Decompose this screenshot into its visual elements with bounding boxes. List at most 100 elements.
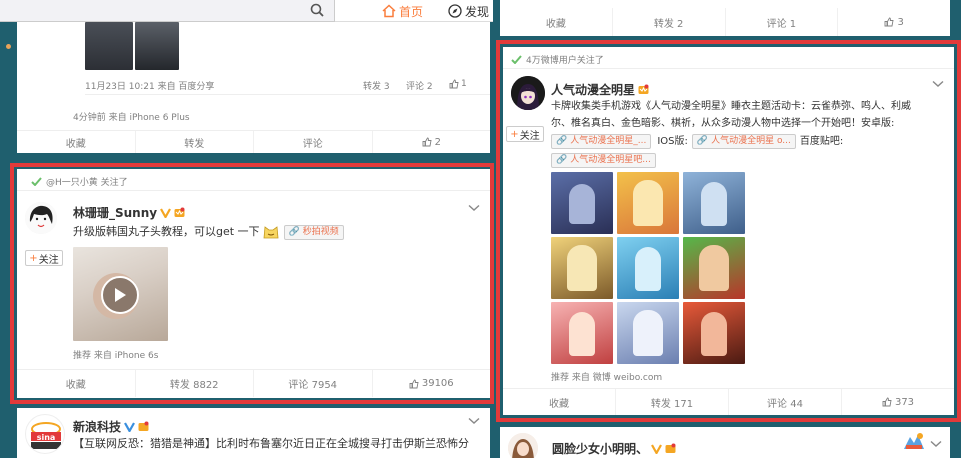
ios-link-label: 人气动漫全明星 o... [711, 136, 791, 146]
repost-button[interactable]: 转发 8822 [134, 370, 254, 397]
repost-button[interactable]: 转发 171 [615, 389, 728, 415]
android-link-chip[interactable]: 🔗 人气动漫全明星_... [551, 134, 652, 149]
repost-label: 转发 2 [653, 18, 684, 30]
repost-label: 转发 171 [650, 398, 694, 410]
post-text-line-1: 卡牌收集类手机游戏《人气动漫全明星》睡衣主题活动卡：云雀恭弥、鸣人、利威 [551, 101, 911, 112]
emoji-icon [263, 226, 279, 239]
like-button[interactable]: 3 [837, 8, 950, 36]
grid-image[interactable] [617, 172, 679, 234]
follow-label: 关注 [38, 254, 59, 266]
like-label: 39106 [421, 378, 454, 389]
avatar[interactable] [511, 76, 545, 110]
video-thumbnail[interactable] [73, 247, 168, 341]
username-text: 圆脸少女小明明、 [552, 442, 649, 456]
like-button[interactable]: 2 [371, 131, 491, 153]
post-links-row: 🔗 人气动漫全明星_... IOS版: 🔗 人气动漫全明星 o... 百度贴吧: [551, 133, 949, 150]
post-links-row-2: 🔗 人气动漫全明星吧... [551, 152, 949, 169]
grid-image[interactable] [551, 302, 613, 364]
favorite-button[interactable]: 收藏 [503, 389, 615, 415]
grid-image[interactable] [617, 237, 679, 299]
grid-image[interactable] [683, 172, 745, 234]
video-link-label: 秒拍视频 [302, 227, 339, 237]
comment-button[interactable]: 评论 1 [724, 8, 838, 36]
nav-home-link[interactable]: 首页 [382, 2, 423, 20]
attention-text: 4万微博用户关注了 [526, 56, 604, 66]
favorite-button[interactable]: 收藏 [17, 131, 135, 153]
like-label: 3 [897, 16, 904, 28]
repost-button[interactable]: 转发 [134, 131, 254, 153]
grid-image[interactable] [683, 302, 745, 364]
favorite-button[interactable]: 收藏 [17, 370, 135, 397]
post-image[interactable] [85, 22, 133, 70]
avatar[interactable]: sina [25, 414, 65, 454]
post-text-block: 卡牌收集类手机游戏《人气动漫全明星》睡衣主题活动卡：云雀恭弥、鸣人、利威 尔、椎… [551, 98, 949, 169]
follow-button[interactable]: + 关注 [25, 250, 63, 266]
grid-image[interactable] [617, 302, 679, 364]
attention-text: @H一只小黄 关注了 [46, 178, 128, 188]
repost-count[interactable]: 转发 3 [363, 79, 390, 92]
chevron-down-icon[interactable] [468, 414, 480, 424]
home-icon [382, 4, 396, 18]
username[interactable]: 人气动漫全明星 [551, 81, 649, 98]
member-crown-icon [638, 84, 649, 94]
member-crown-icon [138, 421, 149, 431]
comment-count[interactable]: 评论 2 [406, 79, 433, 92]
username[interactable]: 新浪科技 [73, 418, 149, 435]
comment-button[interactable]: 评论 44 [728, 389, 841, 415]
post-text: 【互联网反恐：猎猎是神通】比利时布鲁塞尔近日正在全城搜寻打击伊斯兰恐怖分 [73, 437, 469, 450]
attention-line: @H一只小黄 关注了 [31, 175, 128, 188]
avatar[interactable] [25, 202, 57, 234]
comment-button[interactable]: 评论 7954 [253, 370, 372, 397]
feed-card-left-2: @H一只小黄 关注了 + 关注 林珊珊_Sunny 升级版韩国丸子头教程，可以ge… [17, 169, 490, 398]
repost-button[interactable]: 转发 2 [611, 8, 725, 36]
ios-link-chip[interactable]: 🔗 人气动漫全明星 o... [691, 134, 796, 149]
chevron-down-icon[interactable] [932, 77, 944, 87]
grid-image[interactable] [551, 237, 613, 299]
tieba-link-label: 人气动漫全明星吧... [570, 154, 651, 165]
favorite-label: 收藏 [549, 398, 569, 410]
post-text-line: 升级版韩国丸子头教程，可以get 一下 🔗 秒拍视频 [73, 224, 344, 240]
link-icon: 🔗 [288, 227, 300, 237]
search-icon[interactable] [309, 2, 325, 18]
chevron-down-icon[interactable] [468, 201, 480, 211]
follow-button[interactable]: + 关注 [506, 126, 544, 142]
thumbs-up-icon [449, 79, 459, 89]
favorite-button[interactable]: 收藏 [500, 8, 612, 36]
tieba-link-chip[interactable]: 🔗 人气动漫全明星吧... [551, 152, 656, 168]
favorite-label: 收藏 [65, 138, 86, 150]
repost-label: 转发 [184, 138, 205, 150]
thumbs-up-icon [409, 379, 419, 388]
search-input[interactable] [0, 0, 335, 22]
grid-image[interactable] [551, 172, 613, 234]
chevron-down-icon[interactable] [930, 437, 942, 447]
baidu-label: 百度贴吧: [799, 136, 844, 147]
username[interactable]: 圆脸少女小明明、 [552, 440, 676, 457]
favorite-label: 收藏 [545, 18, 566, 30]
feed-card-right-1: 4万微博用户关注了 + 关注 人气动漫全明星 卡牌收集类手机游戏《人气动漫全明星》… [503, 47, 954, 415]
nav-discover-link[interactable]: 发现 [448, 2, 489, 20]
feed-card-right-2: 圆脸少女小明明、 [500, 427, 950, 458]
video-link-chip[interactable]: 🔗 秒拍视频 [283, 224, 344, 240]
nav-discover-label: 发现 [465, 4, 490, 19]
comment-button[interactable]: 评论 [253, 131, 372, 153]
username[interactable]: 林珊珊_Sunny [73, 204, 185, 221]
post-image[interactable] [135, 22, 179, 70]
post-text: 升级版韩国丸子头教程，可以get 一下 [73, 225, 260, 238]
nav-home-label: 首页 [399, 4, 424, 19]
link-icon: 🔗 [556, 136, 568, 146]
thumbs-up-icon [882, 397, 892, 407]
play-icon [115, 288, 126, 302]
avatar[interactable] [508, 433, 538, 458]
like-button[interactable]: 373 [841, 389, 954, 415]
play-button[interactable] [101, 276, 139, 314]
thumbs-up-icon [422, 137, 432, 147]
username-text: 人气动漫全明星 [551, 83, 636, 97]
grid-image[interactable] [683, 237, 745, 299]
follow-badge-icon [511, 55, 522, 64]
verified-icon [124, 422, 135, 432]
like-button[interactable]: 39106 [371, 370, 491, 397]
member-crown-icon [665, 443, 676, 453]
action-bar: 收藏 转发 评论 2 [17, 130, 490, 153]
top-navigation-bar: 首页 发现 [0, 0, 493, 22]
like-count[interactable]: 1 [449, 79, 467, 89]
